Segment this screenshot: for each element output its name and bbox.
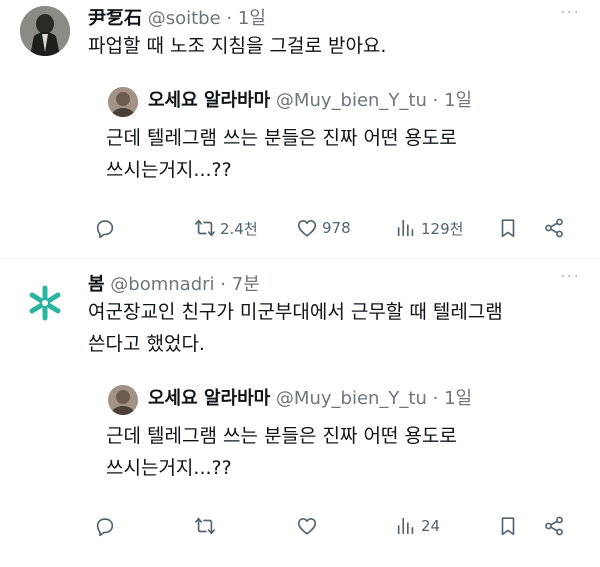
quoted-text: 근데 텔레그램 쓰는 분들은 진짜 어떤 용도로 쓰시는거지...?? <box>106 420 566 484</box>
like-button[interactable] <box>296 511 318 541</box>
separator-dot: · <box>432 90 439 111</box>
author-name[interactable]: 봄 <box>88 274 105 295</box>
separator-dot: · <box>226 8 233 29</box>
quoted-text-line: 쓰시는거지...?? <box>106 457 232 479</box>
share-button[interactable] <box>543 511 565 541</box>
like-icon <box>297 220 317 237</box>
tweet-header: 봄 @bomnadri · 7분 <box>88 270 260 296</box>
views-count: 24 <box>421 517 441 535</box>
views-icon <box>397 219 414 237</box>
quoted-author-name: 오세요 알라바마 <box>148 90 271 111</box>
like-button[interactable]: 978 <box>296 213 351 243</box>
bookmark-icon <box>501 517 515 536</box>
author-handle[interactable]: @soitbe <box>148 8 221 29</box>
tweet-text-line: 여군장교인 친구가 미군부대에서 근무할 때 텔레그램 <box>88 301 503 323</box>
quoted-header: 오세요 알라바마 @Muy_bien_Y_tu · 1일 <box>148 384 472 410</box>
reply-button[interactable] <box>94 511 116 541</box>
more-icon[interactable]: ··· <box>560 266 580 287</box>
retweet-button[interactable]: 2.4천 <box>194 213 258 243</box>
avatar[interactable] <box>20 6 70 56</box>
avatar[interactable] <box>20 278 70 328</box>
quoted-text-line: 근데 텔레그램 쓰는 분들은 진짜 어떤 용도로 <box>106 425 457 447</box>
quoted-timestamp: 1일 <box>444 90 473 111</box>
avatar <box>108 87 138 117</box>
views-button[interactable]: 24 <box>395 511 440 541</box>
like-icon <box>297 518 317 535</box>
views-count: 129천 <box>421 219 464 238</box>
author-handle[interactable]: @bomnadri <box>110 274 214 295</box>
quoted-text-line: 근데 텔레그램 쓰는 분들은 진짜 어떤 용도로 <box>106 127 457 149</box>
quoted-header: 오세요 알라바마 @Muy_bien_Y_tu · 1일 <box>148 86 472 112</box>
quoted-text: 근데 텔레그램 쓰는 분들은 진짜 어떤 용도로 쓰시는거지...?? <box>106 122 566 186</box>
retweet-icon <box>195 219 215 237</box>
views-button[interactable]: 129천 <box>395 213 463 243</box>
quoted-author-name: 오세요 알라바마 <box>148 388 271 409</box>
bookmark-button[interactable] <box>497 213 519 243</box>
author-name[interactable]: 尹乭石 <box>88 8 142 29</box>
share-icon <box>545 516 563 536</box>
share-icon <box>545 218 563 238</box>
tweet[interactable]: 봄 @bomnadri · 7분 ··· 여군장교인 친구가 미군부대에서 근무… <box>0 258 600 567</box>
avatar <box>108 385 138 415</box>
quoted-author-handle: @Muy_bien_Y_tu <box>275 388 427 409</box>
timestamp[interactable]: 1일 <box>238 8 266 29</box>
views-icon <box>397 517 414 535</box>
action-bar: 24 <box>88 511 588 541</box>
quoted-timestamp: 1일 <box>444 388 473 409</box>
tweet-text-line: 쓴다고 했었다. <box>88 333 205 355</box>
tweet-text: 파업할 때 노조 지침을 그걸로 받아요. <box>88 35 387 57</box>
timestamp[interactable]: 7분 <box>232 274 260 295</box>
tweet-text: 여군장교인 친구가 미군부대에서 근무할 때 텔레그램 쓴다고 했었다. <box>88 296 578 360</box>
retweet-button[interactable] <box>194 511 216 541</box>
tweet-header: 尹乭石 @soitbe · 1일 <box>88 4 266 30</box>
quoted-text-line: 쓰시는거지...?? <box>106 159 232 181</box>
reply-icon <box>96 518 114 537</box>
action-bar: 2.4천 978 129천 <box>88 213 588 243</box>
separator-dot: · <box>432 388 439 409</box>
quoted-author-handle: @Muy_bien_Y_tu <box>275 90 427 111</box>
tweet[interactable]: 尹乭石 @soitbe · 1일 ··· 파업할 때 노조 지침을 그걸로 받아… <box>0 0 600 258</box>
bookmark-button[interactable] <box>497 511 519 541</box>
share-button[interactable] <box>543 213 565 243</box>
like-count: 978 <box>322 219 351 237</box>
reply-button[interactable] <box>94 213 116 243</box>
reply-icon <box>96 220 114 239</box>
bookmark-icon <box>501 219 515 238</box>
retweet-icon <box>195 517 215 535</box>
retweet-count: 2.4천 <box>220 219 258 238</box>
separator-dot: · <box>220 274 227 295</box>
more-icon[interactable]: ··· <box>560 2 580 23</box>
